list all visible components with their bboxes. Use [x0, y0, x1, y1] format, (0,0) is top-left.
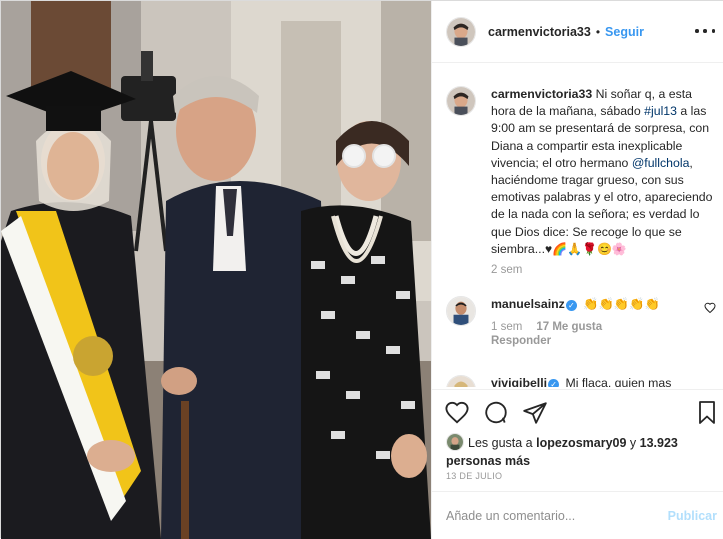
caption-text: carmenvictoria33 Ni soñar q, a esta hora… — [491, 86, 716, 258]
comment-username[interactable]: manuelsainz — [491, 297, 565, 311]
more-horizontal-icon[interactable] — [695, 24, 715, 38]
verified-badge-icon: ✓ — [565, 300, 577, 311]
comment-input[interactable] — [446, 504, 656, 528]
hashtag-link[interactable]: #jul13 — [644, 104, 677, 118]
comment-icon[interactable] — [483, 400, 509, 426]
liker-username[interactable]: lopezosmary09 — [536, 436, 626, 450]
user-avatar-image — [447, 87, 475, 115]
header-separator: • — [595, 24, 601, 39]
comment-meta: 1 sem 17 Me gusta — [491, 321, 716, 333]
reply-button[interactable]: Responder — [491, 335, 716, 347]
comment-avatar[interactable] — [446, 375, 476, 387]
user-avatar-image — [447, 17, 475, 46]
likes-summary: Les gusta a lopezosmary09 y 13.923 perso… — [446, 433, 711, 470]
commenter-avatar-image — [447, 297, 475, 325]
comment-likes-count[interactable]: 17 Me gusta — [536, 321, 602, 333]
comment-body: manuelsainz ✓ 👏👏👏👏👏 — [491, 296, 716, 312]
comment-time[interactable]: 1 sem — [491, 321, 522, 333]
publish-button[interactable]: Publicar — [668, 509, 717, 523]
comment-avatar[interactable] — [446, 296, 476, 326]
comment-text: 👏👏👏👏👏 — [583, 297, 660, 311]
caption-avatar[interactable] — [446, 86, 476, 116]
graduation-photo-image — [1, 1, 431, 539]
avatar[interactable] — [446, 16, 476, 47]
post-caption: carmenvictoria33 Ni soñar q, a esta hora… — [446, 86, 716, 276]
liker-avatar[interactable] — [446, 433, 464, 451]
header-username[interactable]: carmenvictoria33 — [488, 25, 591, 39]
share-icon[interactable] — [522, 400, 548, 426]
instagram-post-dialog: carmenvictoria33 • Seguir carmenvictoria… — [0, 0, 723, 539]
comment-like-heart-icon[interactable] — [704, 302, 716, 314]
follow-button[interactable]: Seguir — [605, 25, 644, 39]
add-comment-bar: Publicar — [432, 491, 723, 539]
comment-body: vivigibelli ✓ Mi flaca, quien mas — [491, 375, 716, 387]
commenter-avatar-image — [447, 376, 475, 387]
comments-list[interactable]: carmenvictoria33 Ni soñar q, a esta hora… — [432, 64, 723, 387]
likes-middle: y — [626, 436, 640, 450]
likes-prefix: Les gusta a — [468, 436, 537, 450]
heart-icon[interactable] — [444, 400, 470, 426]
caption-username[interactable]: carmenvictoria33 — [491, 87, 592, 101]
comment-text: Mi flaca, quien mas — [565, 376, 672, 387]
post-side-panel: carmenvictoria33 • Seguir carmenvictoria… — [431, 1, 723, 539]
verified-badge-icon: ✓ — [548, 379, 560, 387]
liker-avatar-image — [447, 434, 463, 450]
comment-username[interactable]: vivigibelli — [491, 376, 547, 387]
action-icons-row — [444, 400, 548, 426]
post-date[interactable]: 13 DE JULIO — [446, 471, 502, 481]
mention-link[interactable]: @fullchola — [632, 156, 690, 170]
caption-time[interactable]: 2 sem — [491, 264, 716, 276]
post-header: carmenvictoria33 • Seguir — [432, 1, 723, 63]
post-photo[interactable] — [1, 1, 431, 539]
comment-item: vivigibelli ✓ Mi flaca, quien mas — [446, 375, 716, 387]
caption-emojis: ♥🌈🙏🌹😊🌸 — [545, 241, 627, 256]
comment-item: manuelsainz ✓ 👏👏👏👏👏 1 sem 17 Me gusta Res… — [446, 296, 716, 347]
bookmark-icon[interactable] — [695, 400, 719, 426]
